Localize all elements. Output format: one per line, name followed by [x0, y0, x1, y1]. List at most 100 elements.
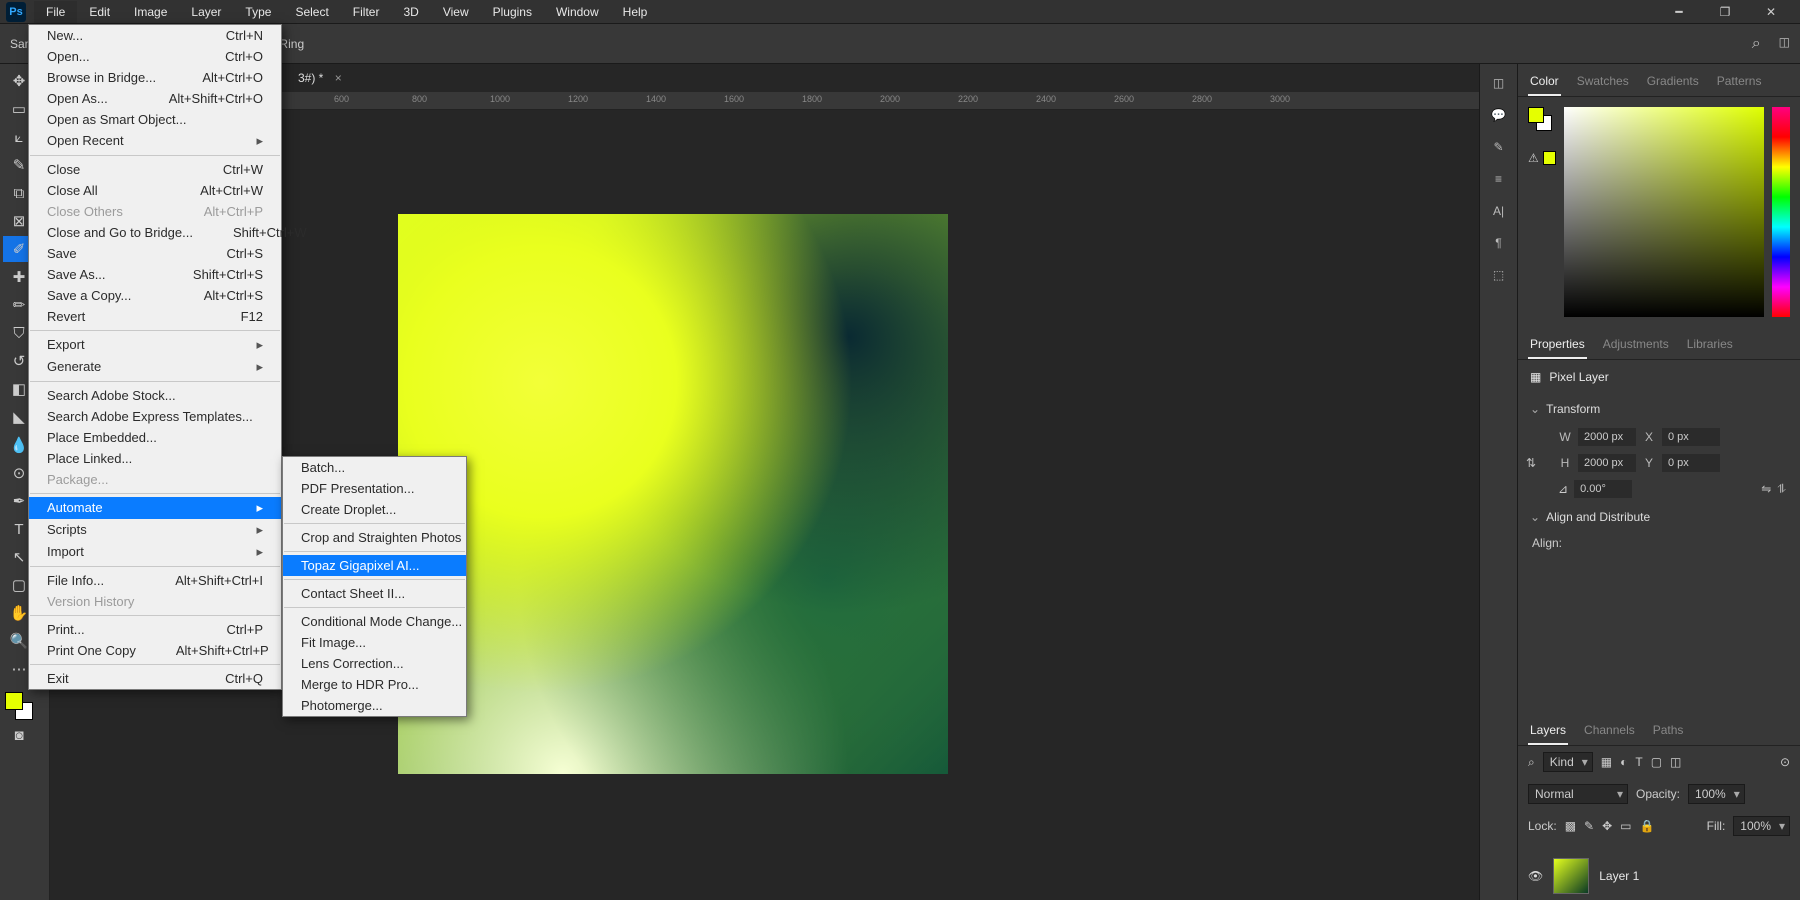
menu-layer[interactable]: Layer — [179, 1, 233, 23]
workspace-icon[interactable]: ◫ — [1779, 35, 1790, 53]
y-input[interactable]: 0 px — [1662, 454, 1720, 472]
menu-item[interactable]: Open Recent — [29, 130, 281, 152]
document-tab[interactable]: 3#) * × — [288, 67, 352, 90]
w-input[interactable]: 2000 px — [1578, 428, 1636, 446]
filter-type-icon[interactable]: T — [1635, 755, 1642, 769]
foreground-background-swatch[interactable] — [1528, 107, 1552, 131]
menu-item[interactable]: Conditional Mode Change... — [283, 611, 466, 632]
align-section[interactable]: Align and Distribute — [1518, 502, 1800, 532]
maximize-button[interactable]: ❐ — [1702, 0, 1748, 24]
opacity-input[interactable]: 100% — [1688, 784, 1745, 804]
lock-artboard-icon[interactable]: ▭ — [1620, 819, 1631, 833]
tab-color[interactable]: Color — [1528, 70, 1561, 96]
filter-pixel-icon[interactable]: ▦ — [1601, 755, 1612, 769]
minimize-button[interactable]: ━ — [1656, 0, 1702, 24]
menu-item[interactable]: Print One CopyAlt+Shift+Ctrl+P — [29, 640, 281, 661]
menu-item[interactable]: SaveCtrl+S — [29, 243, 281, 264]
layer-row[interactable]: 👁 Layer 1 — [1518, 852, 1800, 900]
tab-layers[interactable]: Layers — [1528, 719, 1568, 745]
menu-view[interactable]: View — [431, 1, 481, 23]
menu-file[interactable]: File — [34, 1, 77, 23]
filter-smart-icon[interactable]: ◫ — [1670, 755, 1681, 769]
hue-slider[interactable] — [1772, 107, 1790, 317]
tab-properties[interactable]: Properties — [1528, 333, 1587, 359]
tab-adjustments[interactable]: Adjustments — [1601, 333, 1671, 359]
menu-item[interactable]: Open as Smart Object... — [29, 109, 281, 130]
menu-item[interactable]: Lens Correction... — [283, 653, 466, 674]
flip-h-icon[interactable]: ⇋ — [1761, 482, 1771, 496]
menu-item[interactable]: Scripts — [29, 519, 281, 541]
menu-item[interactable]: CloseCtrl+W — [29, 159, 281, 180]
comments-icon[interactable]: 💬 — [1491, 108, 1506, 122]
quick-mask-tool[interactable]: ◙ — [3, 722, 35, 748]
menu-item[interactable]: RevertF12 — [29, 306, 281, 327]
menu-item[interactable]: Topaz Gigapixel AI... — [283, 555, 466, 576]
menu-item[interactable]: Place Embedded... — [29, 427, 281, 448]
filter-kind-dropdown[interactable]: Kind — [1543, 752, 1593, 772]
lock-position-icon[interactable]: ✥ — [1602, 819, 1612, 833]
link-wh-icon[interactable]: ⇅ — [1518, 424, 1544, 502]
close-icon[interactable]: × — [335, 71, 342, 85]
menu-item[interactable]: Import — [29, 541, 281, 563]
x-input[interactable]: 0 px — [1662, 428, 1720, 446]
gamut-warning-icon[interactable]: ⚠ — [1528, 151, 1539, 165]
angle-input[interactable]: 0.00° — [1574, 480, 1632, 498]
blend-mode-dropdown[interactable]: Normal — [1528, 784, 1628, 804]
color-swatch-tool[interactable] — [5, 692, 33, 720]
menu-item[interactable]: Search Adobe Stock... — [29, 385, 281, 406]
menu-item[interactable]: Generate — [29, 356, 281, 378]
menu-item[interactable]: File Info...Alt+Shift+Ctrl+I — [29, 570, 281, 591]
fill-input[interactable]: 100% — [1733, 816, 1790, 836]
menu-item[interactable]: Export — [29, 334, 281, 356]
filter-adjust-icon[interactable]: ◐ — [1620, 755, 1627, 769]
menu-item[interactable]: Contact Sheet II... — [283, 583, 466, 604]
lock-pixels-icon[interactable]: ▩ — [1565, 819, 1576, 833]
character-icon[interactable]: A| — [1493, 204, 1504, 218]
transform-section[interactable]: Transform — [1518, 394, 1800, 424]
menu-item[interactable]: Merge to HDR Pro... — [283, 674, 466, 695]
paragraph-icon[interactable]: ¶ — [1495, 236, 1501, 250]
tab-channels[interactable]: Channels — [1582, 719, 1637, 745]
adjustments-icon[interactable]: ≡ — [1495, 172, 1502, 186]
menu-item[interactable]: Photomerge... — [283, 695, 466, 716]
menu-item[interactable]: Open...Ctrl+O — [29, 46, 281, 67]
menu-item[interactable]: Batch... — [283, 457, 466, 478]
lock-all-icon[interactable]: 🔒 — [1640, 819, 1655, 833]
menu-type[interactable]: Type — [233, 1, 283, 23]
menu-help[interactable]: Help — [611, 1, 660, 23]
menu-image[interactable]: Image — [122, 1, 179, 23]
filter-search-icon[interactable]: ⌕ — [1528, 755, 1535, 770]
visibility-icon[interactable]: 👁 — [1528, 869, 1543, 883]
close-button[interactable]: ✕ — [1748, 0, 1794, 24]
menu-item[interactable]: Crop and Straighten Photos — [283, 527, 466, 548]
menu-item[interactable]: Save As...Shift+Ctrl+S — [29, 264, 281, 285]
menu-window[interactable]: Window — [544, 1, 611, 23]
lock-brush-icon[interactable]: ✎ — [1584, 819, 1594, 833]
menu-edit[interactable]: Edit — [77, 1, 122, 23]
menu-plugins[interactable]: Plugins — [481, 1, 544, 23]
tab-patterns[interactable]: Patterns — [1715, 70, 1764, 96]
flip-v-icon[interactable]: ⥮ — [1777, 482, 1786, 497]
menu-item[interactable]: Close AllAlt+Ctrl+W — [29, 180, 281, 201]
menu-item[interactable]: Search Adobe Express Templates... — [29, 406, 281, 427]
filter-toggle[interactable]: ⊙ — [1780, 755, 1790, 769]
menu-item[interactable]: Print...Ctrl+P — [29, 619, 281, 640]
h-input[interactable]: 2000 px — [1578, 454, 1636, 472]
menu-3d[interactable]: 3D — [391, 1, 430, 23]
tab-libraries[interactable]: Libraries — [1685, 333, 1735, 359]
tab-paths[interactable]: Paths — [1651, 719, 1686, 745]
gamut-swatch[interactable] — [1543, 151, 1556, 165]
saturation-field[interactable] — [1564, 107, 1764, 317]
menu-item[interactable]: Fit Image... — [283, 632, 466, 653]
menu-item[interactable]: New...Ctrl+N — [29, 25, 281, 46]
menu-item[interactable]: Open As...Alt+Shift+Ctrl+O — [29, 88, 281, 109]
tab-gradients[interactable]: Gradients — [1645, 70, 1701, 96]
layer-thumbnail[interactable] — [1553, 858, 1589, 894]
search-icon[interactable]: ⌕ — [1752, 35, 1761, 53]
tab-swatches[interactable]: Swatches — [1575, 70, 1631, 96]
3d-icon[interactable]: ⬚ — [1493, 268, 1504, 282]
menu-select[interactable]: Select — [283, 1, 340, 23]
filter-shape-icon[interactable]: ▢ — [1651, 755, 1662, 769]
layer-name[interactable]: Layer 1 — [1599, 869, 1639, 883]
canvas[interactable] — [398, 214, 948, 774]
